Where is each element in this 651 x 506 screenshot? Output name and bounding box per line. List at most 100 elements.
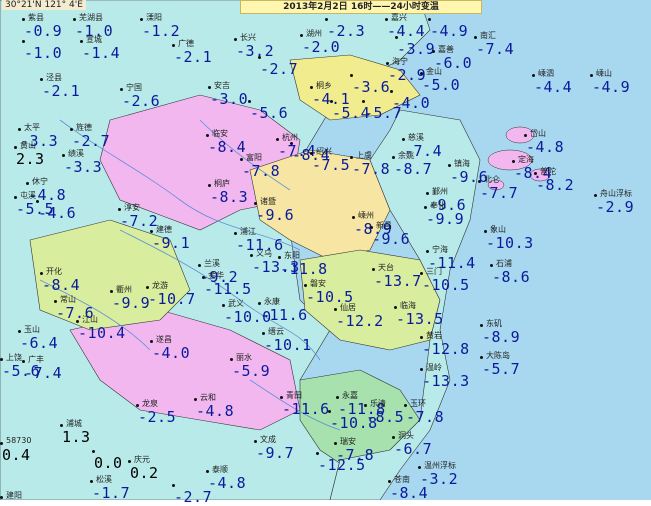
station-dot bbox=[290, 142, 293, 145]
station-temperature-change: -4.8 bbox=[208, 474, 247, 492]
station-dot bbox=[534, 172, 537, 175]
station-dot bbox=[420, 368, 423, 371]
station-temperature-change: -2.1 bbox=[174, 48, 213, 66]
station-dot bbox=[120, 88, 123, 91]
station-temperature-change: -8.6 bbox=[492, 268, 531, 286]
station-temperature-change: -8.2 bbox=[536, 176, 575, 194]
station-temperature-change: -7.2 bbox=[120, 212, 159, 230]
station-dot bbox=[524, 134, 527, 137]
station-dot bbox=[448, 164, 451, 167]
station-dot bbox=[140, 18, 143, 21]
station-dot bbox=[362, 100, 365, 103]
station-dot bbox=[328, 410, 331, 413]
station-temperature-change: -13.5 bbox=[396, 310, 444, 328]
station-dot bbox=[395, 36, 398, 39]
station-temperature-change: -4.9 bbox=[430, 22, 469, 40]
station-dot bbox=[474, 36, 477, 39]
station-dot bbox=[370, 226, 373, 229]
station-dot bbox=[202, 276, 205, 279]
station-dot bbox=[424, 206, 427, 209]
station-dot bbox=[590, 74, 593, 77]
station-temperature-change: -9.9 bbox=[112, 294, 151, 312]
station-dot bbox=[278, 256, 281, 259]
station-temperature-change: -9.7 bbox=[256, 444, 295, 462]
station-dot bbox=[420, 272, 423, 275]
station-dot bbox=[60, 424, 63, 427]
station-dot bbox=[62, 154, 65, 157]
station-temperature-change: -2.9 bbox=[596, 198, 635, 216]
station-temperature-change: -6.7 bbox=[394, 440, 433, 458]
station-dot bbox=[432, 50, 435, 53]
station-dot bbox=[206, 470, 209, 473]
station-temperature-change: -2.7 bbox=[260, 60, 299, 78]
station-dot bbox=[222, 304, 225, 307]
station-temperature-change: 1.3 bbox=[62, 428, 91, 446]
station-temperature-change: -2.1 bbox=[42, 82, 81, 100]
station-dot bbox=[334, 442, 337, 445]
station-temperature-change: -4.4 bbox=[534, 78, 573, 96]
station-dot bbox=[90, 480, 93, 483]
station-dot bbox=[258, 302, 261, 305]
station-dot bbox=[18, 128, 21, 131]
station-dot bbox=[150, 340, 153, 343]
station-dot bbox=[146, 286, 149, 289]
station-dot bbox=[0, 442, 3, 445]
station-dot bbox=[594, 194, 597, 197]
station-dot bbox=[136, 404, 139, 407]
station-temperature-change: -8.4 bbox=[42, 276, 81, 294]
station-dot bbox=[512, 160, 515, 163]
station-dot bbox=[22, 40, 25, 43]
station-dot bbox=[198, 264, 201, 267]
station-temperature-change: -4.9 bbox=[592, 78, 631, 96]
station-dot bbox=[330, 100, 333, 103]
station-temperature-change: -1.4 bbox=[82, 44, 121, 62]
station-dot bbox=[402, 138, 405, 141]
station-temperature-change: -8.7 bbox=[394, 160, 433, 178]
station-dot bbox=[532, 74, 535, 77]
station-dot bbox=[230, 358, 233, 361]
station-temperature-change: -8.4 bbox=[390, 484, 429, 502]
station-dot bbox=[310, 152, 313, 155]
station-dot bbox=[0, 496, 3, 499]
station-dot bbox=[420, 72, 423, 75]
station-dot bbox=[390, 90, 393, 93]
station-dot bbox=[418, 466, 421, 469]
station-temperature-change: -7.5 bbox=[312, 156, 351, 174]
station-temperature-change: -3.2 bbox=[236, 42, 275, 60]
station-temperature-change: -2.5 bbox=[138, 408, 177, 426]
station-dot bbox=[22, 360, 25, 363]
station-temperature-change: -0.9 bbox=[24, 22, 63, 40]
station-temperature-change: -3.6 bbox=[352, 78, 391, 96]
station-dot bbox=[14, 196, 17, 199]
station-dot bbox=[54, 300, 57, 303]
station-temperature-change: 2.3 bbox=[16, 150, 45, 168]
station-dot bbox=[172, 484, 175, 487]
station-dot bbox=[128, 460, 131, 463]
station-temperature-change: -4.0 bbox=[152, 344, 191, 362]
station-dot bbox=[316, 452, 319, 455]
station-dot bbox=[206, 134, 209, 137]
station-temperature-change: -7.4 bbox=[404, 142, 443, 160]
station-dot bbox=[80, 40, 83, 43]
station-temperature-change: -10.5 bbox=[422, 276, 470, 294]
station-dot bbox=[234, 38, 237, 41]
station-dot bbox=[276, 138, 279, 141]
station-temperature-change: -11.8 bbox=[280, 260, 328, 278]
station-temperature-change: -7.8 bbox=[242, 162, 281, 180]
station-temperature-change: -12.5 bbox=[318, 456, 366, 474]
station-temperature-change: -5.9 bbox=[232, 362, 271, 380]
station-dot bbox=[248, 100, 251, 103]
station-dot bbox=[394, 306, 397, 309]
station-dot bbox=[388, 480, 391, 483]
station-temperature-change: -13.3 bbox=[422, 372, 470, 390]
coordinate-readout: 30°21'N 121° 4'E bbox=[2, 0, 86, 10]
station-dot bbox=[420, 336, 423, 339]
station-dot bbox=[310, 86, 313, 89]
station-temperature-change: -9.1 bbox=[152, 234, 191, 252]
station-dot bbox=[258, 56, 261, 59]
station-temperature-change: -9.6 bbox=[372, 230, 411, 248]
station-dot bbox=[194, 398, 197, 401]
station-dot bbox=[240, 158, 243, 161]
station-temperature-change: -3.3 bbox=[64, 158, 103, 176]
station-temperature-change: -12.8 bbox=[422, 340, 470, 358]
